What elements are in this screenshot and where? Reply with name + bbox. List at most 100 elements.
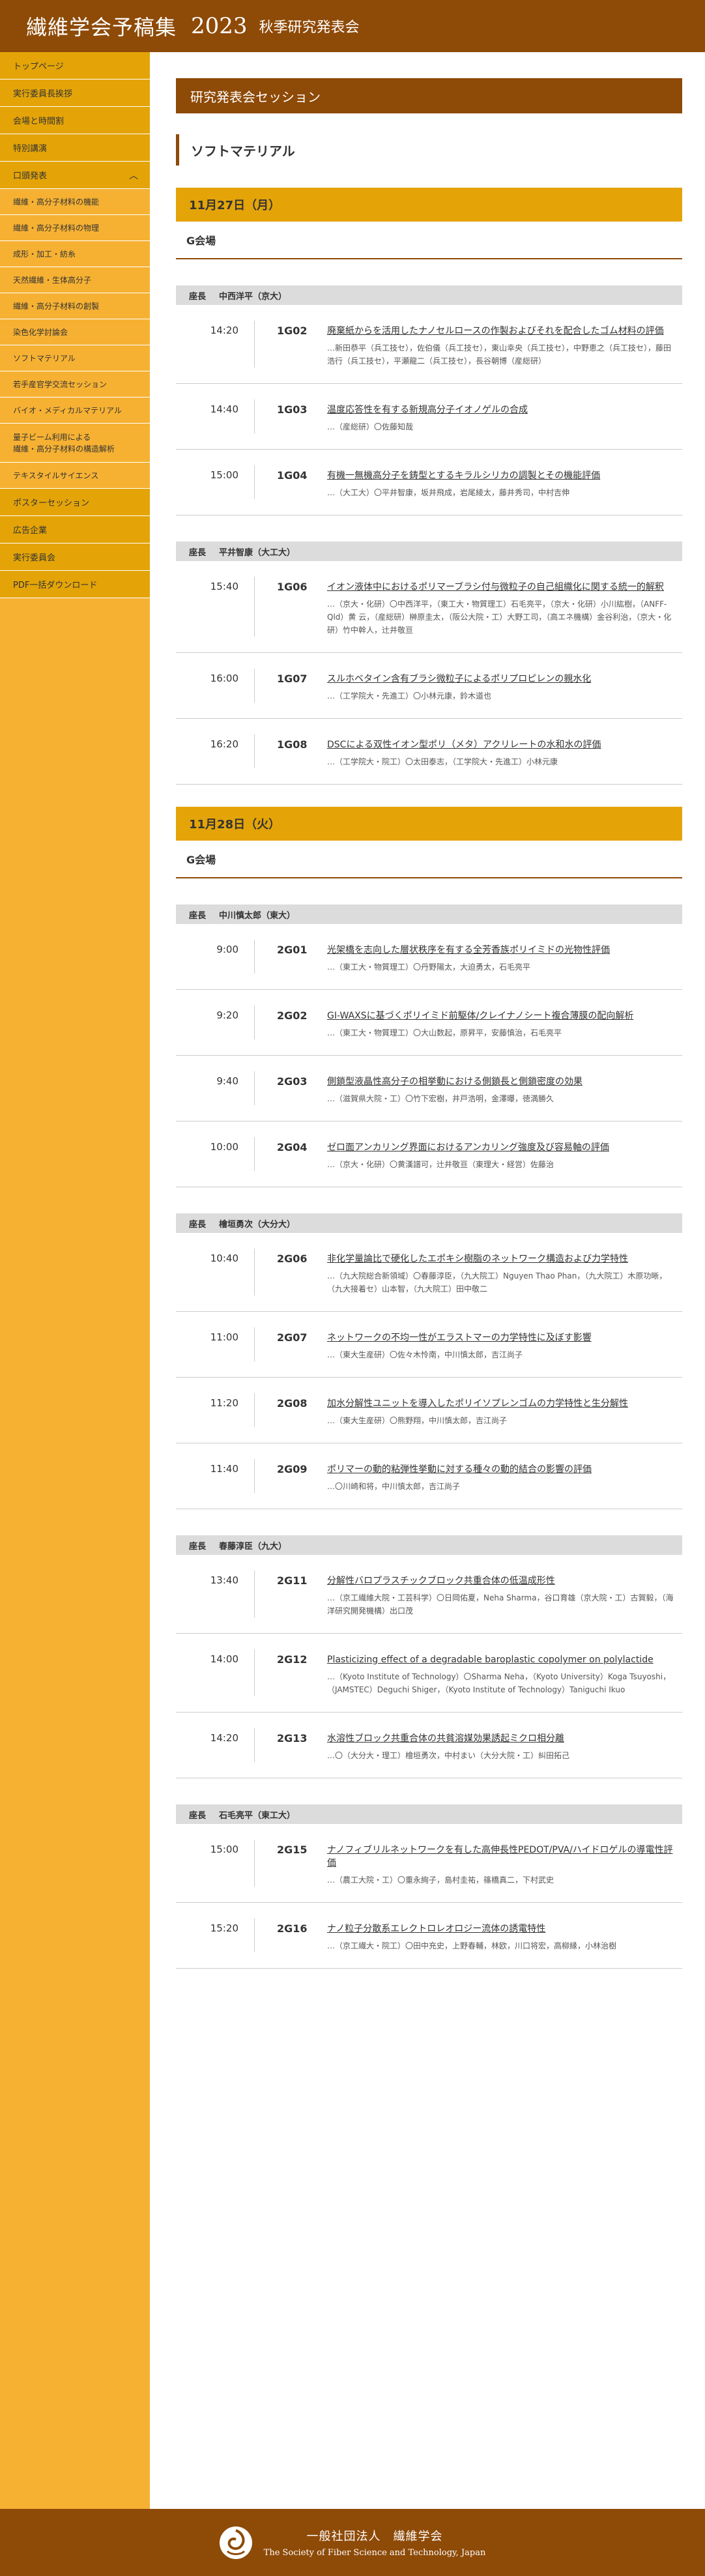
- talk-authors: …（京工繊維大院・工芸科学）〇日岡佑夏，Neha Sharma，谷口育雄（京大院…: [327, 1593, 674, 1615]
- talk-title-link[interactable]: 水溶性ブロック共重合体の共貧溶媒効果誘起ミクロ相分離: [327, 1732, 676, 1745]
- talk-code: 1G08: [254, 734, 327, 768]
- talk-row: 9:20 2G02 GI-WAXSに基づくポリイミド前駆体/クレイナノシート複合薄膜…: [176, 990, 682, 1056]
- talk-time: 14:00: [210, 1653, 238, 1665]
- talk-time: 13:40: [210, 1574, 238, 1586]
- talk-time: 14:20: [210, 1732, 238, 1744]
- talk-row: 14:00 2G12 Plasticizing effect of a degrad…: [176, 1634, 682, 1713]
- talk-time: 9:20: [216, 1009, 238, 1021]
- talk-authors: …（東大生産研）〇熊野翔，中川慎太郎，吉江尚子: [327, 1416, 508, 1425]
- talk-time: 16:20: [210, 738, 238, 750]
- talk-title-link[interactable]: 非化学量論比で硬化したエポキシ樹脂のネットワーク構造および力学特性: [327, 1252, 676, 1266]
- chair-label: 座長: [189, 1219, 207, 1230]
- sidebar-item-special-lecture[interactable]: 特別講演: [0, 134, 150, 162]
- chair-bar: 座長 中西洋平（京大）: [176, 285, 682, 305]
- chair-name: 平井智康（大工大）: [219, 547, 296, 558]
- talk-time: 15:40: [210, 581, 238, 592]
- sidebar-item-top[interactable]: トップページ: [0, 52, 150, 80]
- talk-time: 11:00: [210, 1331, 238, 1343]
- day-header: 11月27日（月）: [176, 188, 682, 222]
- talk-code: 1G04: [254, 465, 327, 499]
- talk-row: 9:40 2G03 側鎖型液晶性高分子の相挙動における側鎖長と側鎖密度の効果 …（滋賀…: [176, 1056, 682, 1122]
- talk-code: 2G07: [254, 1327, 327, 1361]
- sidebar-sub-item[interactable]: 繊維・高分子材料の物理: [0, 215, 150, 241]
- chair-name: 中川慎太郎（東大）: [219, 910, 296, 921]
- talk-title-link[interactable]: ポリマーの動的粘弾性挙動に対する種々の動的結合の影響の評価: [327, 1463, 676, 1476]
- talk-title-link[interactable]: イオン液体中におけるポリマーブラシ付与微粒子の自己組織化に関する統一的解釈: [327, 581, 676, 594]
- talk-title-link[interactable]: Plasticizing effect of a degradable baro…: [327, 1653, 676, 1666]
- talk-title-link[interactable]: 廃棄紙からを活用したナノセルロースの作製およびそれを配合したゴム材料の評価: [327, 325, 676, 338]
- sidebar-sub-item[interactable]: 染色化学討論会: [0, 319, 150, 345]
- sidebar-item-greeting[interactable]: 実行委員長挨拶: [0, 80, 150, 107]
- talk-row: 9:00 2G01 光架橋を志向した層状秩序を有する全芳香族ポリイミドの光物性評価 ……: [176, 924, 682, 990]
- sidebar-sub-item[interactable]: 成形・加工・紡糸: [0, 241, 150, 267]
- talk-authors: …（東工大・物質理工）〇大山数起，原昇平，安藤慎治，石毛亮平: [327, 1028, 562, 1037]
- chair-name: 春藤淳臣（九大）: [219, 1541, 287, 1552]
- talk-title-link[interactable]: スルホベタイン含有ブラシ微粒子によるポリプロピレンの親水化: [327, 673, 676, 686]
- sidebar-sub-item-textile-science[interactable]: テキスタイルサイエンス: [0, 463, 150, 489]
- talk-code: 2G11: [254, 1570, 327, 1617]
- talk-title-link[interactable]: 加水分解性ユニットを導入したポリイソプレンゴムの力学特性と生分解性: [327, 1397, 676, 1410]
- chair-bar: 座長 檜垣勇次（大分大）: [176, 1213, 682, 1233]
- chevron-up-icon[interactable]: ︿: [129, 169, 138, 182]
- sidebar-item-oral[interactable]: 口頭発表 ︿: [0, 162, 150, 189]
- talk-time: 14:40: [210, 403, 238, 415]
- talk-time: 15:00: [210, 1844, 238, 1855]
- main-content: 研究発表会セッション ソフトマテリアル 11月27日（月） G会場 座長 中西洋平（京…: [150, 52, 705, 2509]
- sidebar-sub-item[interactable]: 繊維・高分子材料の創製: [0, 293, 150, 319]
- sidebar-sub-item-quantum-beam[interactable]: 量子ビーム利用による 繊維・高分子材料の構造解析: [0, 424, 150, 463]
- talk-row: 15:00 1G04 有機一無機高分子を鋳型とするキラルシリカの調製とその機能評価 ……: [176, 450, 682, 515]
- talk-code: 1G06: [254, 577, 327, 637]
- sidebar-sub-item[interactable]: バイオ・メディカルマテリアル: [0, 398, 150, 424]
- chair-label: 座長: [189, 910, 207, 921]
- society-logo: [219, 2526, 252, 2559]
- footer-org-en: The Society of Fiber Science and Technol…: [263, 2548, 486, 2558]
- talk-time: 16:00: [210, 673, 238, 684]
- talk-authors: …（京大・化研）〇中西洋平，（東工大・物質理工）石毛亮平，（京大・化研）小川紘樹…: [327, 600, 672, 635]
- section-title: 研究発表会セッション: [176, 78, 682, 113]
- talk-title-link[interactable]: 分解性バロプラスチックブロック共重合体の低温成形性: [327, 1574, 676, 1587]
- talk-authors: …〇川崎和将，中川慎太郎，吉江尚子: [327, 1482, 461, 1491]
- chair-label: 座長: [189, 291, 207, 302]
- chair-name: 石毛亮平（東工大）: [219, 1810, 296, 1821]
- talk-code: 1G07: [254, 669, 327, 702]
- sidebar-item-pdf-download[interactable]: PDF一括ダウンロード: [0, 571, 150, 598]
- talk-title-link[interactable]: ナノフィブリルネットワークを有した高伸長性PEDOT/PVA/ハイドロゲルの導電…: [327, 1844, 676, 1870]
- room-label: G会場: [176, 222, 682, 259]
- talk-authors: …新田恭平（兵工技セ），佐伯儀（兵工技セ），東山幸央（兵工技セ），中野恵之（兵工…: [327, 343, 672, 366]
- talk-row: 14:40 1G03 温度応答性を有する新規高分子イオノゲルの合成 …（産総研）〇佐藤…: [176, 384, 682, 450]
- chair-bar: 座長 春藤淳臣（九大）: [176, 1535, 682, 1555]
- talk-authors: …（Kyoto Institute of Technology）〇Sharma …: [327, 1672, 671, 1694]
- talk-row: 10:00 2G04 ゼロ面アンカリング界面におけるアンカリング強度及び容易軸の評価…: [176, 1122, 682, 1187]
- chair-bar: 座長 中川慎太郎（東大）: [176, 904, 682, 924]
- talk-code: 2G12: [254, 1649, 327, 1696]
- talk-code: 2G01: [254, 940, 327, 974]
- sidebar-sub-item[interactable]: 若手産官学交流セッション: [0, 371, 150, 398]
- talk-title-link[interactable]: ネットワークの不均一性がエラストマーの力学特性に及ぼす影響: [327, 1331, 676, 1344]
- talk-authors: …（京工繊大・院工）〇田中充史，上野春輔，林欧，川口将宏，高柳縁，小林治樹: [327, 1941, 617, 1950]
- talk-row: 15:40 1G06 イオン液体中におけるポリマーブラシ付与微粒子の自己組織化に関す…: [176, 561, 682, 653]
- sidebar-sub-item[interactable]: ソフトマテリアル: [0, 345, 150, 371]
- sidebar-sub-item[interactable]: 天然繊維・生体高分子: [0, 267, 150, 293]
- talk-code: 2G08: [254, 1393, 327, 1427]
- talk-title-link[interactable]: 光架橋を志向した層状秩序を有する全芳香族ポリイミドの光物性評価: [327, 944, 676, 957]
- talk-title-link[interactable]: ナノ粒子分散系エレクトロレオロジー流体の誘電特性: [327, 1922, 676, 1935]
- talk-authors: …（東大生産研）〇佐々木怜南，中川慎太郎，吉江尚子: [327, 1350, 523, 1359]
- sidebar-sub-item[interactable]: 繊維・高分子材料の機能: [0, 189, 150, 215]
- talk-title-link[interactable]: DSCによる双性イオン型ポリ（メタ）アクリレートの水和水の評価: [327, 738, 676, 751]
- sidebar-item-venue[interactable]: 会場と時間割: [0, 107, 150, 134]
- site-brand[interactable]: 繊維学会予稿集: [26, 11, 177, 41]
- talk-title-link[interactable]: 温度応答性を有する新規高分子イオノゲルの合成: [327, 403, 676, 416]
- talk-title-link[interactable]: 有機一無機高分子を鋳型とするキラルシリカの調製とその機能評価: [327, 469, 676, 482]
- talk-row: 15:00 2G15 ナノフィブリルネットワークを有した高伸長性PEDOT/PVA/…: [176, 1824, 682, 1903]
- sidebar-item-poster[interactable]: ポスターセッション: [0, 489, 150, 516]
- chair-label: 座長: [189, 1810, 207, 1821]
- talk-title-link[interactable]: ゼロ面アンカリング界面におけるアンカリング強度及び容易軸の評価: [327, 1141, 676, 1154]
- talk-title-link[interactable]: GI-WAXSに基づくポリイミド前駆体/クレイナノシート複合薄膜の配向解析: [327, 1009, 676, 1022]
- talk-row: 16:00 1G07 スルホベタイン含有ブラシ微粒子によるポリプロピレンの親水化 …（…: [176, 653, 682, 719]
- sidebar-item-sponsors[interactable]: 広告企業: [0, 516, 150, 543]
- talk-title-link[interactable]: 側鎖型液晶性高分子の相挙動における側鎖長と側鎖密度の効果: [327, 1075, 676, 1088]
- talk-authors: …〇（大分大・理工）檜垣勇次，中村まい（大分大院・工）糾田拓己: [327, 1751, 570, 1760]
- sidebar-nav: トップページ 実行委員長挨拶 会場と時間割 特別講演 口頭発表 ︿ 繊維・高分子材…: [0, 52, 150, 598]
- sidebar-item-committee[interactable]: 実行委員会: [0, 543, 150, 571]
- site-year: 2023: [191, 13, 248, 39]
